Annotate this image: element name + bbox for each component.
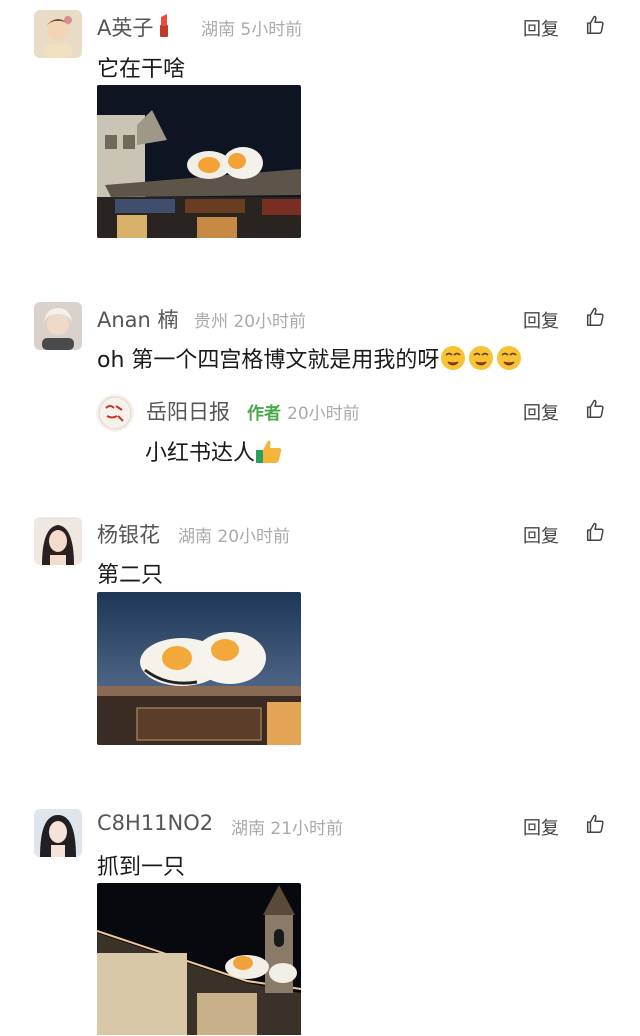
comment-meta: 湖南 5小时前 [201, 15, 302, 40]
comment-text: oh 第一个四宫格博文就是用我的呀 [97, 342, 523, 378]
timestamp: 20小时前 [217, 527, 291, 547]
username[interactable]: 岳阳日报 [146, 396, 230, 426]
comment-meta: 湖南 21小时前 [231, 814, 343, 839]
avatar[interactable] [34, 302, 82, 350]
username[interactable]: A英子 [97, 12, 171, 42]
reply-button[interactable]: 回复 [523, 399, 559, 425]
timestamp: 21小时前 [270, 819, 344, 839]
reply-button[interactable]: 回复 [523, 307, 559, 333]
reply-button[interactable]: 回复 [523, 814, 559, 840]
username[interactable]: Anan 楠 [97, 304, 179, 334]
avatar[interactable] [34, 517, 82, 565]
comment-photo[interactable] [97, 592, 301, 745]
avatar[interactable] [34, 10, 82, 58]
location: 湖南 [201, 20, 235, 40]
lipstick-emoji-icon [157, 13, 171, 42]
avatar[interactable] [34, 809, 82, 857]
username[interactable]: C8H11NO2 [97, 811, 213, 835]
reply-button[interactable]: 回复 [523, 15, 559, 41]
comment-text: 它在干啥 [97, 57, 186, 82]
avatar[interactable] [96, 394, 134, 432]
comment-photo[interactable] [97, 883, 301, 1036]
comment-text: 抓到一只 [97, 855, 186, 880]
author-badge: 作者 [247, 404, 281, 424]
location: 贵州 [194, 312, 228, 332]
like-icon[interactable] [584, 398, 606, 420]
like-icon[interactable] [584, 14, 606, 36]
comment-photo[interactable] [97, 85, 301, 238]
comment-meta: 作者 20小时前 [247, 399, 360, 424]
thumbs-up-emoji-icon [255, 438, 283, 470]
comment-text: 第二只 [97, 563, 164, 588]
like-icon[interactable] [584, 306, 606, 328]
drooling-face-emoji-icon [439, 344, 523, 378]
location: 湖南 [178, 527, 212, 547]
timestamp: 20小时前 [233, 312, 307, 332]
comment-meta: 贵州 20小时前 [194, 307, 306, 332]
location: 湖南 [231, 819, 265, 839]
reply-button[interactable]: 回复 [523, 522, 559, 548]
like-icon[interactable] [584, 813, 606, 835]
username[interactable]: 杨银花 [97, 519, 160, 549]
comment-text: 小红书达人 [145, 435, 283, 470]
timestamp: 20小时前 [287, 404, 360, 424]
comment-meta: 湖南 20小时前 [178, 522, 290, 547]
like-icon[interactable] [584, 521, 606, 543]
timestamp: 5小时前 [240, 20, 303, 40]
